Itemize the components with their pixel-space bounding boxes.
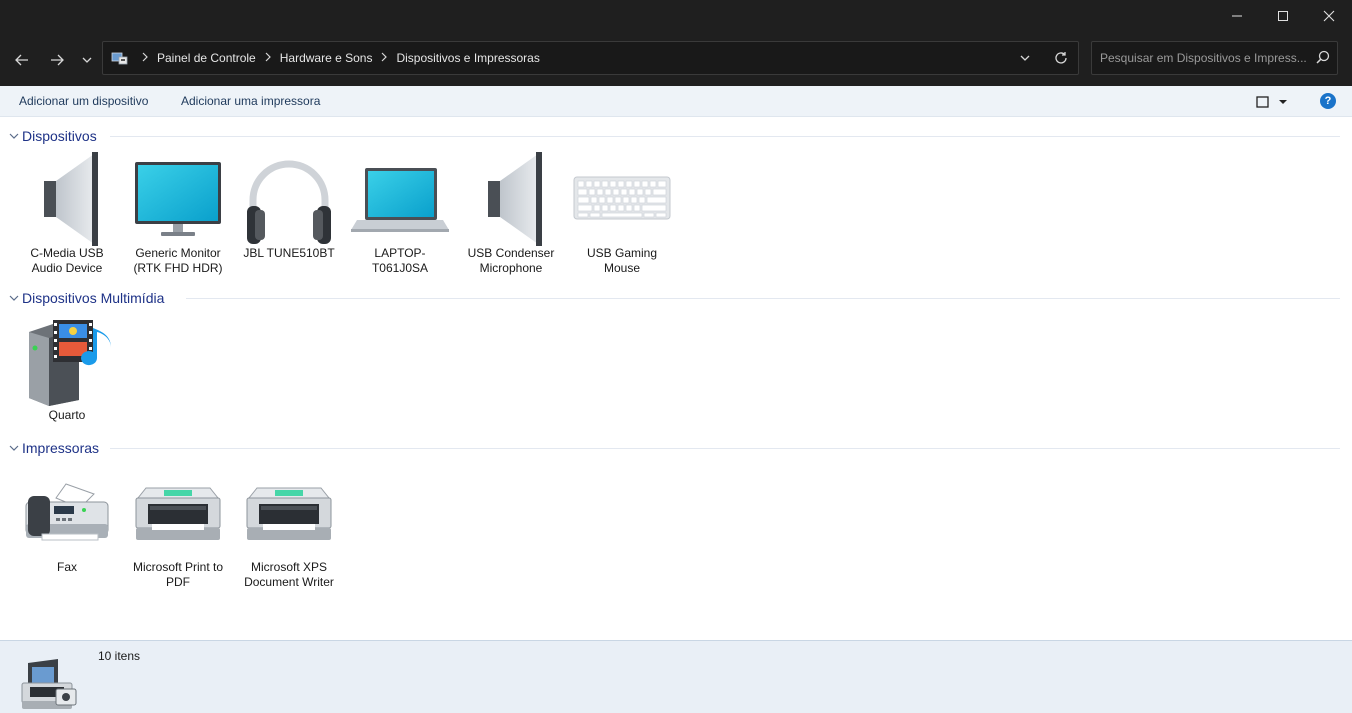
headphones-icon <box>247 160 331 244</box>
search-input[interactable] <box>1100 42 1310 74</box>
device-label: Quarto <box>48 408 86 422</box>
device-c-media-usb-audio[interactable]: C-Media USB Audio Device <box>12 150 122 276</box>
maximize-icon <box>1278 11 1288 21</box>
minimize-button[interactable] <box>1214 0 1260 32</box>
devices-printers-icon <box>111 52 128 65</box>
devices-printers-icon <box>21 659 77 709</box>
device-usb-condenser-microphone[interactable]: USB Condenser Microphone <box>456 150 566 276</box>
device-usb-gaming-mouse[interactable]: USB Gaming Mouse <box>567 150 677 276</box>
laptop-icon <box>351 168 449 232</box>
breadcrumb-dispositivos-e-impressoras[interactable]: Dispositivos e Impressoras <box>396 51 539 65</box>
arrow-right-icon <box>51 54 64 66</box>
monitor-icon <box>135 162 221 236</box>
change-view-button[interactable] <box>1256 93 1296 111</box>
device-microsoft-xps-document-writer[interactable]: Microsoft XPS Document Writer <box>234 464 344 590</box>
device-label: USB Condenser Microphone <box>467 246 555 275</box>
add-device-button[interactable]: Adicionar um dispositivo <box>19 94 148 108</box>
recent-locations-button[interactable] <box>74 46 100 74</box>
breadcrumb: Painel de Controle Hardware e Sons Dispo… <box>111 42 540 74</box>
section-divider <box>110 136 1340 137</box>
device-generic-monitor[interactable]: Generic Monitor (RTK FHD HDR) <box>123 150 233 276</box>
chevron-down-icon <box>82 57 92 63</box>
device-jbl-tune510bt[interactable]: JBL TUNE510BT <box>234 150 344 261</box>
device-label: USB Gaming Mouse <box>586 246 658 275</box>
item-count: 10 itens <box>98 649 141 663</box>
back-button[interactable] <box>8 46 36 74</box>
search-box[interactable] <box>1091 41 1338 75</box>
command-bar: Adicionar um dispositivo Adicionar uma i… <box>0 86 1352 117</box>
section-divider <box>110 448 1340 449</box>
section-title: Impressoras <box>22 440 100 456</box>
content-area: Dispositivos C-Media USB Audio Device Ge… <box>0 117 1352 640</box>
maximize-button[interactable] <box>1260 0 1306 32</box>
chevron-down-icon <box>9 295 19 301</box>
breadcrumb-hardware-e-sons[interactable]: Hardware e Sons <box>280 51 373 65</box>
section-header-impressoras[interactable]: Impressoras <box>8 438 99 458</box>
device-label: Generic Monitor (RTK FHD HDR) <box>133 246 223 275</box>
view-icon <box>1256 96 1269 108</box>
printer-icon <box>246 487 332 540</box>
breadcrumb-separator <box>264 51 272 65</box>
chevron-down-icon <box>9 133 19 139</box>
media-server-icon <box>29 320 111 406</box>
chevron-down-icon <box>1020 55 1030 61</box>
section-title: Dispositivos Multimídia <box>22 290 165 306</box>
device-label: Microsoft XPS Document Writer <box>244 560 334 589</box>
forward-button[interactable] <box>43 46 71 74</box>
device-label: Fax <box>56 560 77 574</box>
device-microsoft-print-to-pdf[interactable]: Microsoft Print to PDF <box>123 464 233 590</box>
device-label: Microsoft Print to PDF <box>132 560 224 589</box>
add-printer-button[interactable]: Adicionar uma impressora <box>181 94 320 108</box>
breadcrumb-separator <box>141 51 149 65</box>
keyboard-icon <box>573 176 671 220</box>
chevron-down-icon <box>9 445 19 451</box>
search-icon[interactable] <box>1314 49 1332 67</box>
minimize-icon <box>1232 15 1242 17</box>
device-laptop[interactable]: LAPTOP-T061J0SA <box>345 150 455 276</box>
breadcrumb-painel-de-controle[interactable]: Painel de Controle <box>157 51 256 65</box>
refresh-icon <box>1055 52 1067 64</box>
details-pane: 10 itens <box>0 640 1352 713</box>
section-header-dispositivos-multimidia[interactable]: Dispositivos Multimídia <box>8 288 164 308</box>
speaker-icon <box>44 152 98 246</box>
address-bar[interactable]: Painel de Controle Hardware e Sons Dispo… <box>102 41 1079 75</box>
help-button[interactable]: ? <box>1320 93 1336 109</box>
section-title: Dispositivos <box>22 128 97 144</box>
section-divider <box>186 298 1340 299</box>
device-quarto[interactable]: Quarto <box>12 312 122 423</box>
arrow-left-icon <box>15 54 28 66</box>
caret-down-icon <box>1279 100 1287 104</box>
breadcrumb-separator <box>380 51 388 65</box>
close-icon <box>1323 10 1335 22</box>
speaker-icon <box>488 152 542 246</box>
device-label: C-Media USB Audio Device <box>30 246 104 275</box>
chevron-right-icon <box>382 52 388 62</box>
device-label: JBL TUNE510BT <box>243 246 335 260</box>
fax-icon <box>25 483 109 541</box>
chevron-right-icon <box>142 52 148 62</box>
section-header-dispositivos[interactable]: Dispositivos <box>8 126 97 146</box>
navigation-bar: Painel de Controle Hardware e Sons Dispo… <box>0 32 1352 86</box>
refresh-button[interactable] <box>1047 44 1075 72</box>
device-label: LAPTOP-T061J0SA <box>371 246 429 275</box>
address-dropdown-button[interactable] <box>1011 44 1039 72</box>
title-bar <box>0 0 1352 32</box>
chevron-right-icon <box>265 52 271 62</box>
device-fax[interactable]: Fax <box>12 464 122 575</box>
close-button[interactable] <box>1306 0 1352 32</box>
printer-icon <box>135 487 221 540</box>
